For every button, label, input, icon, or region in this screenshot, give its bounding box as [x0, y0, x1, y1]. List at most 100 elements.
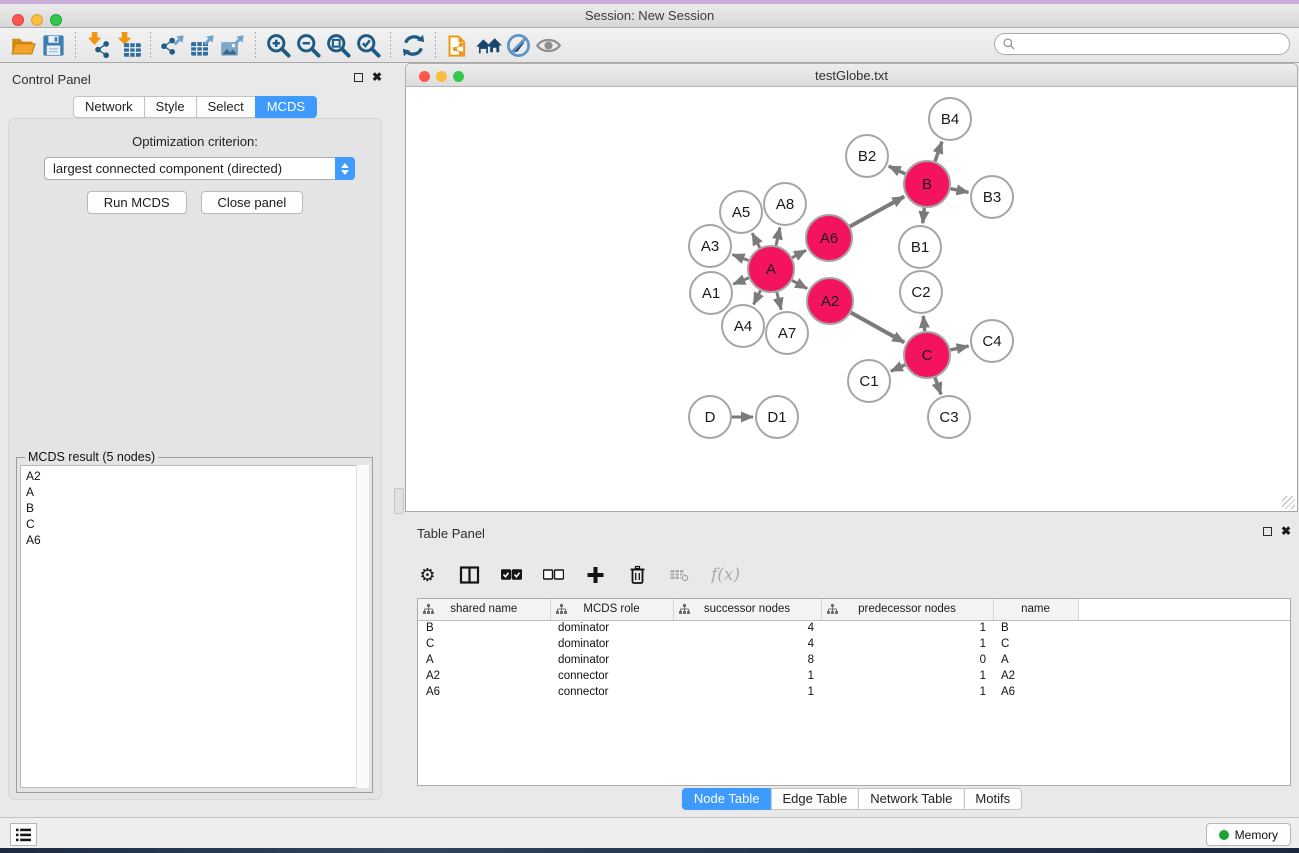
zoom-out-icon[interactable]	[293, 30, 323, 60]
run-mcds-button[interactable]: Run MCDS	[87, 191, 187, 214]
mcds-list-scrollbar[interactable]	[356, 465, 369, 788]
table-row[interactable]: A6connector11A6	[418, 684, 1290, 700]
column-header-shared-name[interactable]: shared name	[418, 599, 550, 620]
cell[interactable]: 1	[673, 684, 821, 700]
cell[interactable]: B	[418, 620, 550, 636]
cell[interactable]: 4	[673, 636, 821, 652]
search-box[interactable]	[994, 33, 1290, 55]
cell[interactable]: A	[993, 652, 1078, 668]
network-window-titlebar[interactable]: testGlobe.txt	[405, 63, 1298, 87]
node-A5[interactable]: A5	[720, 191, 762, 233]
export-network-icon[interactable]	[158, 30, 188, 60]
column-header-successor-nodes[interactable]: successor nodes	[673, 599, 821, 620]
node-B[interactable]: B	[904, 161, 950, 207]
select-none-icon[interactable]	[543, 561, 564, 589]
cell[interactable]: 1	[821, 668, 993, 684]
node-D[interactable]: D	[689, 396, 731, 438]
eye-icon[interactable]	[533, 30, 563, 60]
tab-network[interactable]: Network	[73, 96, 145, 118]
cell[interactable]: 0	[821, 652, 993, 668]
open-folder-icon[interactable]	[8, 30, 38, 60]
save-icon[interactable]	[38, 30, 68, 60]
table-close-panel-icon[interactable]: ✖	[1281, 525, 1291, 537]
close-panel-icon[interactable]: ✖	[372, 71, 382, 83]
mcds-result-item[interactable]: A6	[21, 532, 368, 548]
node-A6[interactable]: A6	[806, 215, 852, 261]
table-row[interactable]: Cdominator41C	[418, 636, 1290, 652]
search-input[interactable]	[1016, 35, 1289, 53]
criterion-select[interactable]: largest connected component (directed)	[44, 157, 355, 180]
node-B4[interactable]: B4	[929, 98, 971, 140]
cell[interactable]: A6	[418, 684, 550, 700]
refresh-icon[interactable]	[398, 30, 428, 60]
network-document-icon[interactable]	[443, 30, 473, 60]
node-A[interactable]: A	[748, 246, 794, 292]
cell[interactable]: 1	[673, 668, 821, 684]
delete-column-icon[interactable]	[627, 561, 648, 589]
cell[interactable]: 1	[821, 636, 993, 652]
resize-grip-icon[interactable]	[1282, 496, 1295, 509]
tab-node-table[interactable]: Node Table	[682, 788, 772, 810]
table-float-panel-icon[interactable]	[1263, 527, 1272, 536]
node-B1[interactable]: B1	[899, 226, 941, 268]
cell[interactable]: A	[418, 652, 550, 668]
edge-A-A1[interactable]	[733, 278, 748, 284]
tab-edge-table[interactable]: Edge Table	[770, 788, 859, 810]
table-row[interactable]: Adominator80A	[418, 652, 1290, 668]
zoom-in-icon[interactable]	[263, 30, 293, 60]
cell[interactable]: connector	[550, 684, 673, 700]
cell[interactable]: 1	[821, 684, 993, 700]
edge-B-B3[interactable]	[951, 189, 969, 193]
cell[interactable]: C	[993, 636, 1078, 652]
memory-button[interactable]: Memory	[1206, 823, 1291, 846]
node-A2[interactable]: A2	[807, 278, 853, 324]
edge-C-C1[interactable]	[891, 365, 905, 371]
node-A1[interactable]: A1	[690, 272, 732, 314]
cell[interactable]: A2	[993, 668, 1078, 684]
node-C2[interactable]: C2	[900, 271, 942, 313]
cell[interactable]: dominator	[550, 636, 673, 652]
cell[interactable]: 8	[673, 652, 821, 668]
select-all-checked-icon[interactable]	[501, 561, 522, 589]
zoom-fit-icon[interactable]	[323, 30, 353, 60]
node-B3[interactable]: B3	[971, 176, 1013, 218]
node-C1[interactable]: C1	[848, 360, 890, 402]
add-column-icon[interactable]	[585, 561, 606, 589]
cell[interactable]: A6	[993, 684, 1078, 700]
gear-icon[interactable]: ⚙	[417, 561, 438, 589]
cell[interactable]: dominator	[550, 652, 673, 668]
import-table-icon[interactable]	[113, 30, 143, 60]
mcds-result-item[interactable]: A	[21, 484, 368, 500]
node-A7[interactable]: A7	[766, 312, 808, 354]
column-header-name[interactable]: name	[993, 599, 1078, 620]
edge-B-B2[interactable]	[889, 166, 906, 174]
edge-B-B4[interactable]	[935, 142, 942, 162]
float-panel-icon[interactable]	[354, 73, 363, 82]
edge-C-C3[interactable]	[935, 378, 941, 395]
tab-style[interactable]: Style	[144, 96, 197, 118]
columns-icon[interactable]	[459, 561, 480, 589]
mcds-result-item[interactable]: B	[21, 500, 368, 516]
edge-A2-C[interactable]	[851, 313, 904, 343]
cell[interactable]: 1	[821, 620, 993, 636]
tab-network-table[interactable]: Network Table	[858, 788, 964, 810]
hide-labels-icon[interactable]	[503, 30, 533, 60]
cell[interactable]: A2	[418, 668, 550, 684]
mcds-result-item[interactable]: A2	[21, 468, 368, 484]
table-row[interactable]: A2connector11A2	[418, 668, 1290, 684]
tab-mcds[interactable]: MCDS	[255, 96, 317, 118]
network-graph[interactable]: B4B2BB3A8A5A6A3B1AA1C2A2A4A7C4CC1DD1C3	[406, 87, 1297, 511]
column-header-MCDS-role[interactable]: MCDS role	[550, 599, 673, 620]
column-header-predecessor-nodes[interactable]: predecessor nodes	[821, 599, 993, 620]
node-C[interactable]: C	[904, 332, 950, 378]
cell[interactable]: C	[418, 636, 550, 652]
node-C4[interactable]: C4	[971, 320, 1013, 362]
edge-A-A7[interactable]	[777, 292, 781, 309]
export-image-icon[interactable]	[218, 30, 248, 60]
import-network-icon[interactable]	[83, 30, 113, 60]
network-canvas[interactable]: B4B2BB3A8A5A6A3B1AA1C2A2A4A7C4CC1DD1C3	[405, 87, 1298, 512]
edge-A-A2[interactable]	[792, 280, 807, 288]
node-table[interactable]: shared nameMCDS rolesuccessor nodesprede…	[417, 598, 1291, 786]
cell[interactable]: 4	[673, 620, 821, 636]
edge-C-C2[interactable]	[923, 316, 924, 331]
